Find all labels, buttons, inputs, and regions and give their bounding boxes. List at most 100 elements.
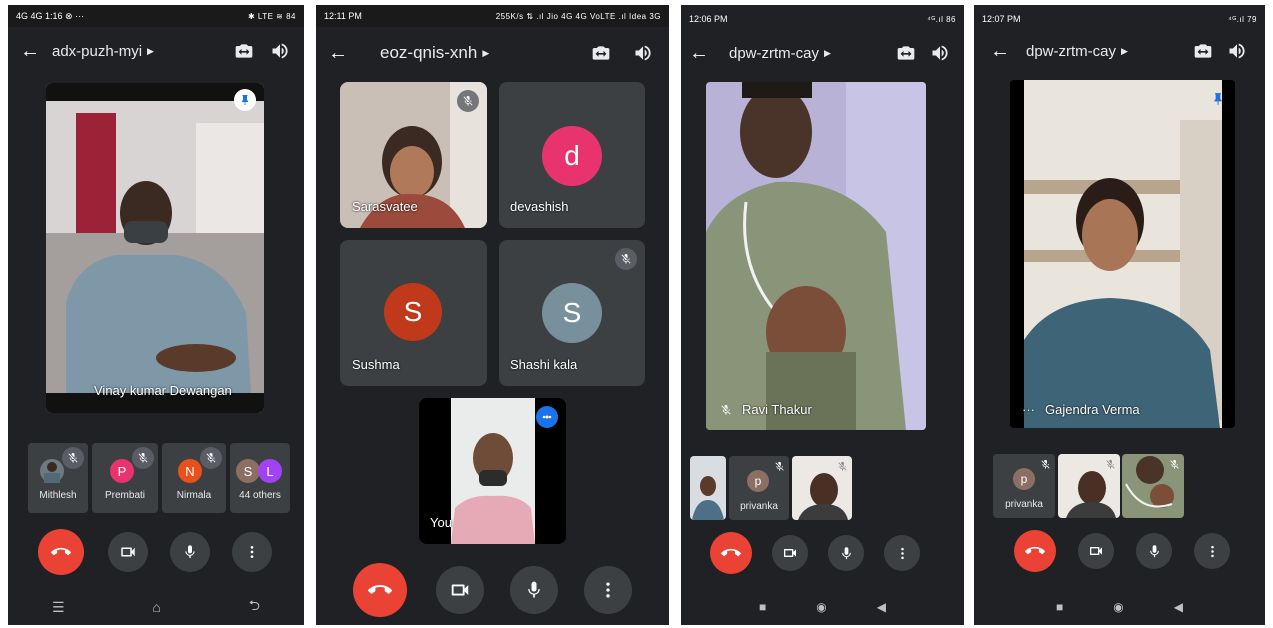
more-vert-icon [1210, 545, 1214, 557]
switch-camera-icon[interactable] [896, 43, 916, 63]
camera-button[interactable] [436, 566, 484, 614]
strip-tile-mithlesh[interactable]: Mithlesh [28, 443, 88, 513]
avatar: d [542, 126, 602, 186]
more-options-button[interactable] [232, 532, 272, 572]
meet-screen-3: 12:06 PM ⁴ᴳ.ıl 86 ← dpw-zrtm-cay ▶ Ravi T… [681, 5, 964, 625]
caret-right-icon: ▶ [1121, 45, 1128, 56]
mic-button[interactable] [510, 566, 558, 614]
mic-icon [528, 581, 540, 598]
camera-icon [784, 549, 796, 557]
more-options-button[interactable] [584, 566, 632, 614]
mic-off-icon [132, 447, 154, 469]
strip-tile-video-2[interactable] [1122, 454, 1184, 518]
speaker-icon[interactable] [1227, 41, 1247, 61]
mic-button[interactable] [828, 535, 864, 571]
meeting-code[interactable]: dpw-zrtm-cay ▶ [717, 45, 896, 62]
camera-button[interactable] [1078, 533, 1114, 569]
mic-button[interactable] [1136, 533, 1172, 569]
more-options-button[interactable] [884, 535, 920, 571]
mic-icon [1149, 544, 1159, 557]
speaker-icon[interactable] [930, 43, 950, 63]
speaker-icon[interactable] [633, 43, 653, 63]
participant-name-row: Ravi Thakur [720, 402, 812, 417]
camera-button[interactable] [108, 532, 148, 572]
more-vert-icon [900, 547, 904, 559]
self-view-tile[interactable]: You [419, 398, 566, 544]
status-bar: 4G 4G 1:16 ⊗ ··· ✱ LTE ≋ 84 [8, 5, 304, 27]
tile-shashi-kala[interactable]: S Shashi kala [499, 240, 645, 386]
strip-tile-video-1[interactable] [690, 456, 726, 520]
mic-off-icon [771, 458, 787, 474]
main-video-tile[interactable]: Ravi Thakur [706, 82, 926, 430]
participant-name: Ravi Thakur [742, 402, 812, 417]
end-call-button[interactable] [1014, 530, 1056, 572]
recents-icon[interactable]: ■ [759, 600, 766, 614]
menu-icon[interactable]: ☰ [52, 599, 65, 616]
more-options-button[interactable] [1194, 533, 1230, 569]
strip-tile-video-1[interactable] [1058, 454, 1120, 518]
back-nav-icon[interactable]: ◀ [1174, 600, 1183, 614]
switch-camera-icon[interactable] [1193, 41, 1213, 61]
avatar: p [747, 470, 769, 492]
recents-icon[interactable]: ■ [1056, 600, 1063, 614]
home-icon[interactable]: ◉ [1113, 600, 1123, 614]
strip-tile-others[interactable]: S L 44 others [230, 443, 290, 513]
strip-tile-video-2[interactable] [792, 456, 852, 520]
home-icon[interactable]: ◉ [816, 600, 826, 614]
pin-icon[interactable] [1207, 88, 1229, 110]
camera-button[interactable] [772, 535, 808, 571]
end-call-button[interactable] [38, 529, 84, 575]
switch-camera-icon[interactable] [591, 43, 611, 63]
main-video-tile[interactable]: ··· Gajendra Verma [1010, 80, 1235, 428]
strip-tile-nirmala[interactable]: N Nirmala [162, 443, 226, 513]
avatar: P [110, 459, 134, 483]
strip-tile-prembati[interactable]: P Prembati [92, 443, 158, 513]
participant-name: Sushma [352, 357, 400, 372]
meeting-code[interactable]: adx-puzh-myi ▶ [52, 43, 234, 60]
back-arrow-icon[interactable]: ← [8, 40, 52, 63]
home-icon[interactable]: ⌂ [152, 599, 160, 615]
mic-off-icon [1102, 456, 1118, 472]
back-nav-icon[interactable]: ⮌ [249, 595, 260, 619]
back-nav-icon[interactable]: ◀ [877, 600, 886, 614]
main-video-tile[interactable]: Vinay kumar Dewangan [46, 83, 264, 413]
tile-devashish[interactable]: d devashish [499, 82, 645, 228]
hang-up-icon [368, 585, 392, 594]
participant-name: Gajendra Verma [1045, 402, 1140, 417]
status-right: ✱ LTE ≋ 84 [247, 11, 296, 21]
end-call-button[interactable] [710, 532, 752, 574]
meeting-code[interactable]: eoz-qnis-xnh ▶ [360, 43, 591, 63]
pin-icon[interactable] [234, 89, 256, 111]
top-bar: ← eoz-qnis-xnh ▶ [316, 33, 669, 73]
participant-thumbnail [690, 456, 726, 520]
participant-name-row: ··· Gajendra Verma [1022, 402, 1140, 417]
camera-icon [121, 547, 135, 557]
top-bar: ← dpw-zrtm-cay ▶ [681, 33, 964, 73]
back-arrow-icon[interactable]: ← [974, 40, 1026, 63]
status-right: 255K/s ⇅ .ıl Jio 4G 4G VoLTE .ıl Idea 3G [495, 11, 661, 21]
participant-label: Prembati [104, 490, 145, 501]
strip-tile-privanka[interactable]: p privanka [993, 454, 1055, 518]
participant-name: Sarasvatee [352, 199, 418, 214]
strip-tile-privanka[interactable]: p privanka [729, 456, 789, 520]
status-time: 12:06 PM [689, 14, 728, 24]
status-right: ⁴ᴳ.ıl 79 [1228, 14, 1257, 24]
speaker-icon[interactable] [270, 41, 290, 61]
participant-video [1010, 80, 1235, 428]
mic-button[interactable] [170, 532, 210, 572]
end-call-button[interactable] [353, 563, 407, 617]
meeting-code[interactable]: dpw-zrtm-cay ▶ [1026, 43, 1193, 60]
tile-sarasvatee[interactable]: Sarasvatee [340, 82, 487, 228]
tile-sushma[interactable]: S Sushma [340, 240, 487, 386]
android-nav-bar: ■ ◉ ◀ [974, 595, 1265, 619]
switch-camera-icon[interactable] [234, 41, 254, 61]
more-dots-icon[interactable]: ··· [1022, 402, 1035, 417]
back-arrow-icon[interactable]: ← [681, 42, 717, 65]
status-time: 12:11 PM [324, 11, 362, 21]
mic-icon [185, 545, 195, 558]
more-vert-icon [250, 546, 254, 558]
mic-off-icon [615, 248, 637, 270]
back-arrow-icon[interactable]: ← [316, 42, 360, 65]
participant-label: Nirmala [176, 490, 212, 501]
caret-right-icon: ▶ [824, 47, 831, 58]
